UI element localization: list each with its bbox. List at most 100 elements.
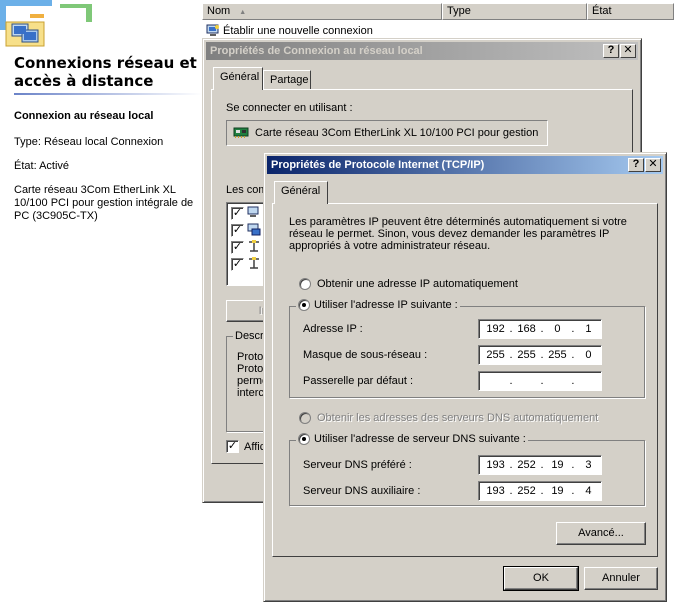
subnet-label: Masque de sous-réseau : xyxy=(303,349,428,361)
advanced-button-label: Avancé... xyxy=(578,527,624,539)
manual-ip-label: Utiliser l'adresse IP suivante : xyxy=(314,299,458,311)
help-icon: ? xyxy=(632,158,640,170)
list-item-new-connection[interactable]: Établir une nouvelle connexion xyxy=(206,24,373,37)
alternate-dns-label: Serveur DNS auxiliaire : xyxy=(303,485,421,497)
lan-help-button[interactable]: ? xyxy=(603,44,619,58)
protocol-icon xyxy=(249,240,259,252)
tcpip-tab-general[interactable]: Général xyxy=(274,181,328,204)
auto-ip-label: Obtenir une adresse IP automatiquement xyxy=(317,278,518,290)
tcpip-tab-general-label: Général xyxy=(281,185,321,197)
ok-button-label: OK xyxy=(533,572,549,584)
cancel-button[interactable]: Annuler xyxy=(584,567,658,590)
tcpip-window-title: Propriétés de Protocole Internet (TCP/IP… xyxy=(271,159,485,171)
network-folder-icon xyxy=(0,0,120,52)
ip-octet: 4 xyxy=(585,485,592,497)
description-line: interc xyxy=(237,387,264,399)
ip-octet: 19 xyxy=(551,459,564,471)
ip-dot: . xyxy=(540,375,544,387)
lan-tab-general-label: Général xyxy=(220,71,260,83)
adapter-name: Carte réseau 3Com EtherLink XL 10/100 PC… xyxy=(255,127,539,139)
adapter-display: Carte réseau 3Com EtherLink XL 10/100 PC… xyxy=(226,120,548,146)
description-line: Proto xyxy=(237,351,264,363)
new-connection-icon xyxy=(206,24,219,36)
auto-ip-radio[interactable] xyxy=(299,278,311,290)
manual-dns-radio[interactable] xyxy=(298,433,310,445)
components-label: Les com xyxy=(226,184,268,196)
ip-octet: 252 xyxy=(517,485,536,497)
column-header-etat[interactable]: État xyxy=(587,3,674,20)
manual-ip-radio[interactable] xyxy=(298,299,310,311)
ip-octet: 0 xyxy=(585,349,592,361)
ip-octet: 0 xyxy=(554,323,561,335)
connect-using-label: Se connecter en utilisant : xyxy=(226,102,353,114)
left-info-pane: Connexions réseau et accès à distance Co… xyxy=(0,0,202,606)
tcpip-close-button[interactable]: ✕ xyxy=(645,158,661,172)
gateway-field[interactable]: . . . xyxy=(478,371,602,391)
component-3-checkbox[interactable]: ✓ xyxy=(231,241,244,254)
title-divider xyxy=(14,93,202,95)
manual-dns-group: Utiliser l'adresse de serveur DNS suivan… xyxy=(289,433,645,506)
tcpip-help-button[interactable]: ? xyxy=(628,158,644,172)
lan-tab-general[interactable]: Général xyxy=(213,67,263,90)
subnet-field[interactable]: 255. 255. 255. 0 xyxy=(478,345,602,365)
manual-dns-label: Utiliser l'adresse de serveur DNS suivan… xyxy=(314,433,526,445)
auto-dns-label: Obtenir les adresses des serveurs DNS au… xyxy=(317,412,599,424)
network-card-icon xyxy=(233,127,249,138)
ip-octet: 252 xyxy=(517,459,536,471)
ip-octet: 19 xyxy=(551,485,564,497)
ip-octet: 1 xyxy=(585,323,592,335)
new-connection-label: Établir une nouvelle connexion xyxy=(223,24,373,37)
lan-window-titlebar[interactable]: Propriétés de Connexion au réseau local … xyxy=(206,42,638,60)
gateway-label: Passerelle par défaut : xyxy=(303,375,414,387)
ip-address-label: Adresse IP : xyxy=(303,323,363,335)
manual-dns-legend: Utiliser l'adresse de serveur DNS suivan… xyxy=(296,433,528,445)
close-icon: ✕ xyxy=(623,44,633,56)
ip-octet: 3 xyxy=(585,459,592,471)
lan-window-title: Propriétés de Connexion au réseau local xyxy=(210,45,423,57)
selected-connection-name: Connexion au réseau local xyxy=(14,110,154,122)
preferred-dns-field[interactable]: 193. 252. 19. 3 xyxy=(478,455,602,475)
column-etat-label: État xyxy=(592,5,612,17)
tcpip-properties-window: Propriétés de Protocole Internet (TCP/IP… xyxy=(263,152,667,602)
lan-close-button[interactable]: ✕ xyxy=(620,44,636,58)
connection-type: Type: Réseau local Connexion xyxy=(14,136,164,148)
ip-octet: 193 xyxy=(486,485,505,497)
alternate-dns-field[interactable]: 193. 252. 19. 4 xyxy=(478,481,602,501)
column-type-label: Type xyxy=(447,5,471,17)
ip-octet: 168 xyxy=(517,323,536,335)
ip-octet: 255 xyxy=(486,349,505,361)
help-icon: ? xyxy=(607,44,615,56)
component-2-checkbox[interactable]: ✓ xyxy=(231,224,244,237)
component-1-checkbox[interactable]: ✓ xyxy=(231,207,244,220)
column-header-nom[interactable]: Nom ▲ xyxy=(202,3,442,20)
advanced-button[interactable]: Avancé... xyxy=(556,522,646,545)
file-sharing-icon xyxy=(247,223,261,236)
ip-octet: 255 xyxy=(517,349,536,361)
client-network-icon xyxy=(247,206,259,217)
ip-dot: . xyxy=(571,375,575,387)
show-icon-checkbox[interactable]: ✓ xyxy=(226,440,239,453)
preferred-dns-label: Serveur DNS préféré : xyxy=(303,459,412,471)
column-nom-label: Nom xyxy=(207,5,231,17)
cancel-button-label: Annuler xyxy=(602,572,640,584)
ip-octet: 193 xyxy=(486,459,505,471)
manual-ip-legend: Utiliser l'adresse IP suivante : xyxy=(296,299,460,311)
column-header-type[interactable]: Type xyxy=(442,3,587,20)
auto-dns-radio[interactable] xyxy=(299,412,311,424)
ip-address-field[interactable]: 192. 168. 0. 1 xyxy=(478,319,602,339)
connection-state: État: Activé xyxy=(14,160,70,172)
manual-ip-group: Utiliser l'adresse IP suivante : Adresse… xyxy=(289,299,645,398)
ip-octet: 192 xyxy=(486,323,505,335)
sort-ascending-icon: ▲ xyxy=(239,9,247,16)
tcpip-general-panel: Les paramètres IP peuvent être déterminé… xyxy=(272,203,658,557)
page-title: Connexions réseau et accès à distance xyxy=(14,54,197,90)
tcpip-window-titlebar[interactable]: Propriétés de Protocole Internet (TCP/IP… xyxy=(267,156,663,174)
component-4-checkbox[interactable]: ✓ xyxy=(231,258,244,271)
protocol-icon xyxy=(249,257,259,269)
ip-dot: . xyxy=(509,375,513,387)
ok-button[interactable]: OK xyxy=(503,566,579,591)
ip-octet: 255 xyxy=(548,349,567,361)
lan-tab-partage[interactable]: Partage xyxy=(263,70,311,89)
lan-tab-partage-label: Partage xyxy=(270,74,309,86)
tcpip-intro-text: Les paramètres IP peuvent être déterminé… xyxy=(289,216,627,252)
